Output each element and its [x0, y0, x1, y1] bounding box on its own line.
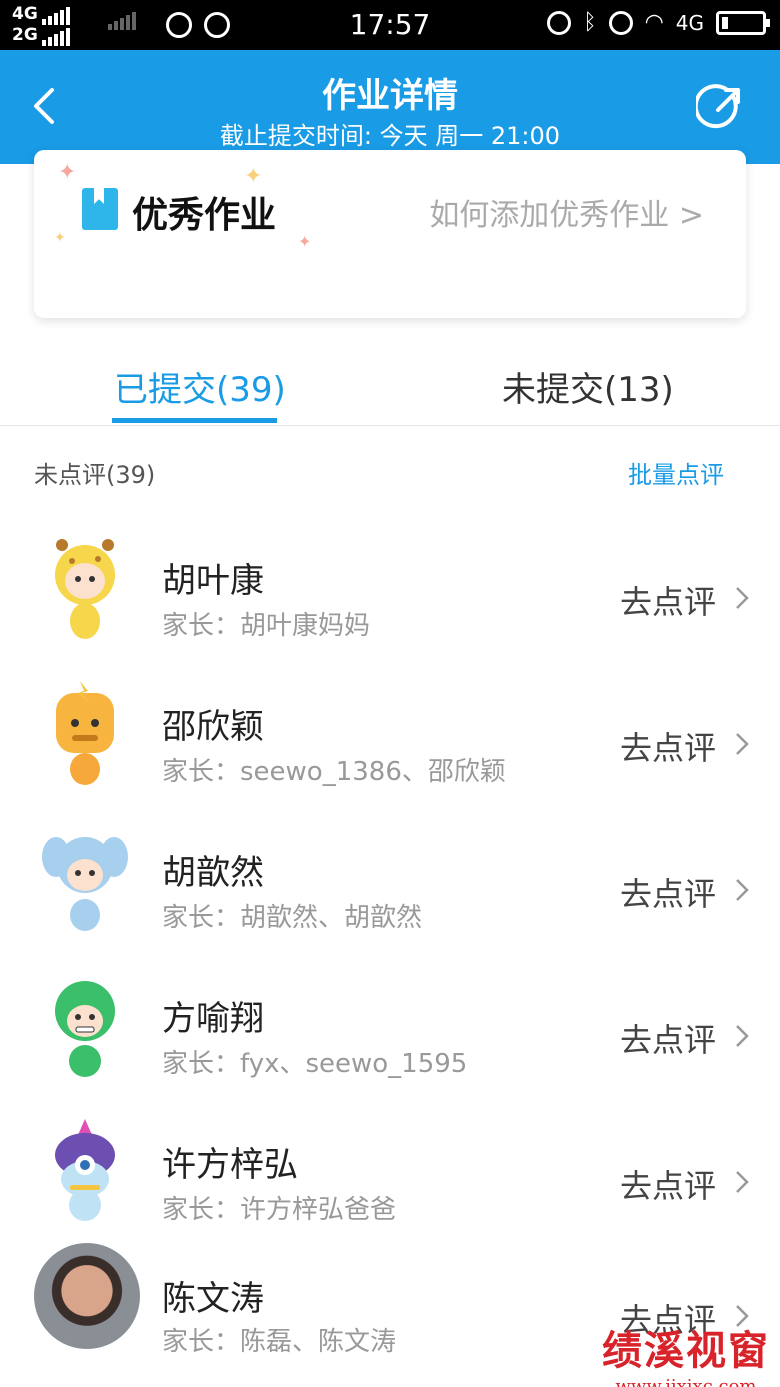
list-item[interactable]: 邵欣颖 家长：seewo_1386、邵欣颖 去点评	[0, 681, 780, 827]
parent-info: 家长：胡叶康妈妈	[162, 611, 371, 641]
student-name: 胡叶康	[162, 561, 264, 601]
card-title: 优秀作业	[132, 195, 277, 236]
chevron-right-icon	[736, 587, 749, 609]
student-name: 胡歆然	[162, 853, 264, 893]
list-item[interactable]: 胡叶康 家长：胡叶康妈妈 去点评	[0, 535, 780, 681]
active-tab-indicator	[112, 418, 277, 423]
submission-tabs: 已提交(39) 未提交(13)	[0, 340, 780, 426]
chevron-right-icon	[736, 879, 749, 901]
watermark-url: www.jixixc.com	[615, 1376, 757, 1387]
parent-info: 家长：许方梓弘爸爸	[162, 1195, 397, 1225]
review-button[interactable]: 去点评	[620, 1015, 716, 1061]
parent-info: 家长：胡歆然、胡歆然	[162, 903, 423, 933]
tiger-avatar	[56, 681, 114, 785]
nfc-icon	[547, 10, 572, 35]
dino-avatar	[55, 981, 115, 1077]
review-button[interactable]: 去点评	[620, 723, 716, 769]
site-watermark: 绩溪视窗 www.jixixc.com	[602, 1318, 770, 1387]
wifi-icon: ◠	[644, 10, 664, 35]
chevron-right-icon	[736, 1025, 749, 1047]
watermark-text: 绩溪视窗	[602, 1327, 770, 1374]
sparkle-icon: ✦	[54, 230, 66, 246]
alarm-icon	[608, 10, 633, 35]
deadline-subtitle: 截止提交时间: 今天 周一 21:00	[219, 122, 561, 150]
network-right-label: 4G	[675, 10, 704, 35]
sparkle-icon: ✦	[298, 232, 312, 251]
review-button[interactable]: 去点评	[620, 869, 716, 915]
batch-review-button[interactable]: 批量点评	[628, 455, 724, 490]
student-name: 陈文涛	[162, 1279, 264, 1319]
list-item[interactable]: 胡歆然 家长：胡歆然、胡歆然 去点评	[0, 827, 780, 973]
battery-icon	[716, 10, 770, 35]
status-bar: 4G 2G 17:57 ᛒ ◠ 4G	[0, 0, 780, 50]
parent-info: 家长：fyx、seewo_1595	[162, 1049, 468, 1079]
tab-submitted[interactable]: 已提交(39)	[114, 362, 286, 411]
list-item[interactable]: 许方梓弘 家长：许方梓弘爸爸 去点评	[0, 1119, 780, 1265]
monster-avatar	[55, 1119, 115, 1221]
sparkle-icon: ✦	[58, 160, 77, 185]
review-button[interactable]: 去点评	[620, 1161, 716, 1207]
bluetooth-icon: ᛒ	[583, 10, 597, 35]
list-item[interactable]: 方喻翔 家长：fyx、seewo_1595 去点评	[0, 973, 780, 1119]
student-name: 许方梓弘	[162, 1145, 298, 1185]
how-to-add-link[interactable]: 如何添加优秀作业 >	[429, 190, 704, 234]
parent-info: 家长：seewo_1386、邵欣颖	[162, 757, 506, 787]
tab-not-submitted[interactable]: 未提交(13)	[502, 362, 674, 411]
student-name: 方喻翔	[162, 999, 264, 1039]
student-name: 邵欣颖	[162, 707, 264, 747]
share-icon[interactable]	[696, 82, 746, 132]
elephant-avatar	[42, 837, 128, 931]
chevron-right-icon	[736, 1171, 749, 1193]
photo-avatar	[34, 1243, 140, 1349]
parent-info: 家长：陈磊、陈文涛	[162, 1327, 397, 1357]
bookmark-icon	[82, 188, 118, 230]
chevron-right-icon	[736, 733, 749, 755]
giraffe-avatar	[55, 539, 115, 639]
page-title: 作业详情	[322, 76, 458, 116]
unreviewed-count: 未点评(39)	[34, 461, 156, 489]
app-header: 作业详情 截止提交时间: 今天 周一 21:00	[0, 50, 780, 164]
review-button[interactable]: 去点评	[620, 577, 716, 623]
excellent-homework-card: ✦ ✦ ✦ ✦ 优秀作业 如何添加优秀作业 >	[34, 150, 746, 318]
